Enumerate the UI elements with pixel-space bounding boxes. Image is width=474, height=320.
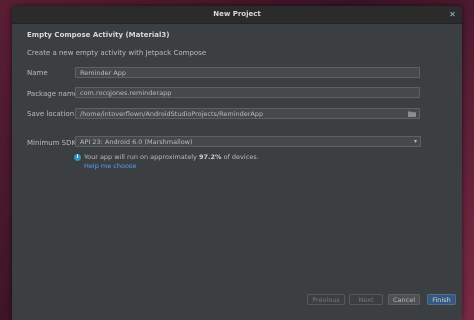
coverage-text-prefix: Your app will run on approximately: [84, 153, 199, 161]
minimum-sdk-value: API 23: Android 6.0 (Marshmallow): [80, 138, 193, 146]
save-location-input[interactable]: /home/intoverflown/AndroidStudioProjects…: [75, 108, 420, 119]
minimum-sdk-label: Minimum SDK: [27, 139, 77, 147]
coverage-text-suffix: of devices.: [221, 153, 259, 161]
folder-icon[interactable]: [408, 111, 416, 117]
name-label: Name: [27, 69, 48, 77]
page-heading: Empty Compose Activity (Material3): [27, 31, 170, 39]
page-subtitle: Create a new empty activity with Jetpack…: [27, 49, 207, 57]
device-coverage-text: Your app will run on approximately 97.2%…: [84, 153, 259, 161]
package-name-label: Package name: [27, 90, 79, 98]
help-me-choose-link[interactable]: Help me choose: [84, 162, 136, 170]
finish-button[interactable]: Finish: [427, 294, 456, 305]
info-icon: i: [74, 154, 81, 161]
close-icon[interactable]: ✕: [448, 10, 457, 19]
name-input[interactable]: Reminder App: [75, 67, 420, 78]
window-title: New Project: [213, 10, 261, 18]
chevron-down-icon[interactable]: ▾: [414, 137, 417, 147]
coverage-percent: 97.2%: [198, 153, 222, 161]
minimum-sdk-select[interactable]: API 23: Android 6.0 (Marshmallow) ▾: [75, 136, 421, 147]
save-location-value: /home/intoverflown/AndroidStudioProjects…: [80, 110, 264, 118]
package-name-input[interactable]: com.rocqjones.reminderapp: [75, 87, 420, 98]
save-location-label: Save location: [27, 110, 75, 118]
title-bar: New Project ✕: [12, 6, 462, 24]
cancel-button[interactable]: Cancel: [388, 294, 420, 305]
previous-button[interactable]: Previous: [307, 294, 345, 305]
next-button[interactable]: Next: [349, 294, 383, 305]
